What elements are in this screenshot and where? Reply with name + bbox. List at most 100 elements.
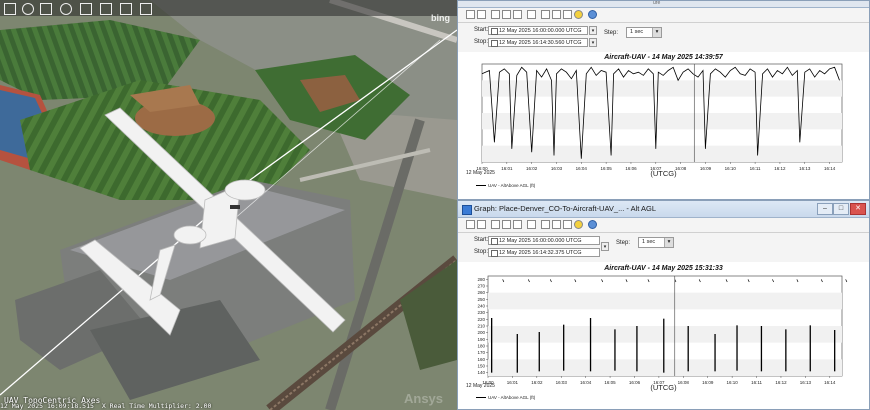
- grid-band: [488, 326, 842, 343]
- graph2-window-title: Graph: Place-Denver_CO-To-Aircraft-UAV_.…: [474, 204, 657, 213]
- graph2-step-select[interactable]: 1 sec ▾: [638, 237, 674, 248]
- print-icon[interactable]: [477, 220, 486, 229]
- y-tick-label: 210: [477, 324, 485, 329]
- graph2-date-label: 12 May 2025: [466, 383, 495, 389]
- help-icon[interactable]: [588, 220, 597, 229]
- graph1-x-label: (UTCG): [650, 169, 677, 178]
- graph1-start-dropdown[interactable]: ▾: [589, 26, 597, 35]
- table-icon[interactable]: [527, 220, 536, 229]
- graph2-legend: UAV - AltAbove AGL (ft): [476, 395, 535, 400]
- graph2-title-bar[interactable]: Graph: Place-Denver_CO-To-Aircraft-UAV_.…: [458, 201, 869, 218]
- table-icon[interactable]: [527, 10, 536, 19]
- pan-icon[interactable]: [40, 3, 52, 15]
- camera-icon[interactable]: [140, 3, 152, 15]
- chevron-down-icon: ▾: [664, 238, 673, 247]
- graph1-toolbar: [458, 8, 869, 23]
- graph-window-1: ure Start: 12 May 2025 16:00:00.000 UTCG…: [457, 0, 870, 200]
- graph2-plot[interactable]: Aircraft-UAV - 14 May 2025 15:31:33 16:0…: [458, 262, 869, 409]
- calendar-icon: [491, 28, 498, 35]
- uav-label-tag: [230, 205, 240, 209]
- chart-options-icon[interactable]: [552, 220, 561, 229]
- y-tick-label: 230: [477, 310, 485, 315]
- y-tick-label: 140: [477, 370, 485, 375]
- graph1-caption: ure: [653, 0, 661, 6]
- scene-toolbar: [0, 0, 457, 16]
- scene-time: 12 May 2025 16:09:18.515: [0, 402, 94, 410]
- zoom-out-icon[interactable]: [513, 220, 522, 229]
- chart-options-icon[interactable]: [552, 10, 561, 19]
- graph2-toolbar: [458, 218, 869, 233]
- help-icon[interactable]: [588, 10, 597, 19]
- y-tick-label: 250: [477, 297, 485, 302]
- ruler-icon[interactable]: [80, 3, 92, 15]
- save-icon[interactable]: [466, 220, 475, 229]
- graph2-time-controls: Start: 12 May 2025 16:00:00.000 UTCG Sto…: [458, 233, 869, 264]
- graph1-stop-field[interactable]: 12 May 2025 16:14:30.560 UTCG: [488, 38, 588, 47]
- graph1-title-bar[interactable]: ure: [458, 0, 869, 8]
- graph1-date-label: 12 May 2025: [466, 170, 495, 176]
- copy-icon[interactable]: [491, 220, 500, 229]
- y-tick-label: 150: [477, 364, 485, 369]
- grid-band: [482, 113, 842, 130]
- y-tick-label: 270: [477, 284, 485, 289]
- graph1-legend: UAV - AltAbove AGL (ft): [476, 183, 535, 188]
- zoom-in-icon[interactable]: [502, 220, 511, 229]
- zoom-in-icon[interactable]: [502, 10, 511, 19]
- y-tick-label: 200: [477, 330, 485, 335]
- y-tick-label: 160: [477, 357, 485, 362]
- y-tick-label: 220: [477, 317, 485, 322]
- graph-window-2: Graph: Place-Denver_CO-To-Aircraft-UAV_.…: [457, 200, 870, 410]
- y-tick-label: 190: [477, 337, 485, 342]
- print-icon[interactable]: [477, 10, 486, 19]
- graph2-start-field[interactable]: 12 May 2025 16:00:00.000 UTCG: [488, 236, 600, 245]
- grid-band: [488, 359, 842, 376]
- calendar-icon: [491, 238, 498, 245]
- graph2-x-label: (UTCG): [650, 383, 677, 392]
- calendar-icon: [491, 40, 498, 47]
- refresh-icon[interactable]: [574, 10, 583, 19]
- y-tick-label: 170: [477, 350, 485, 355]
- y-tick-label: 260: [477, 290, 485, 295]
- step-label: Step:: [616, 240, 631, 246]
- y-tick-label: 180: [477, 344, 485, 349]
- refresh-icon[interactable]: [574, 220, 583, 229]
- save-icon[interactable]: [466, 10, 475, 19]
- zoom-out-icon[interactable]: [513, 10, 522, 19]
- start-label: Start:: [474, 237, 489, 243]
- crosshair-icon[interactable]: [563, 10, 572, 19]
- bing-logo: bing: [431, 13, 450, 23]
- 3d-globe-view[interactable]: bing Ansys UAV TopoCentric Axes 12 May 2…: [0, 0, 457, 410]
- maximize-button[interactable]: □: [833, 203, 849, 215]
- grid-toggle-icon[interactable]: [541, 10, 550, 19]
- uav-aircraft-model[interactable]: [0, 0, 457, 410]
- step-label: Step:: [604, 30, 619, 36]
- zoom-icon[interactable]: [22, 3, 34, 15]
- crosshair-icon[interactable]: [563, 220, 572, 229]
- minimize-button[interactable]: –: [817, 203, 833, 215]
- cursor-icon[interactable]: [4, 3, 16, 15]
- grid-icon[interactable]: [120, 3, 132, 15]
- y-tick-label: 240: [477, 304, 485, 309]
- grid-band: [482, 145, 842, 162]
- stop-label: Stop:: [474, 39, 489, 45]
- calendar-icon: [491, 250, 498, 257]
- time-multiplier: X Real Time Multiplier: 2.00: [101, 402, 212, 410]
- grid-band: [488, 292, 842, 310]
- close-button[interactable]: ✕: [850, 203, 866, 215]
- graph1-step-select[interactable]: 1 sec ▾: [626, 27, 662, 38]
- copy-icon[interactable]: [491, 10, 500, 19]
- series-top-mark: [845, 279, 848, 283]
- graph2-time-dropdown[interactable]: ▾: [601, 242, 609, 251]
- graph1-time-controls: Start: 12 May 2025 16:00:00.000 UTCG ▾ S…: [458, 23, 869, 54]
- chevron-down-icon: ▾: [652, 28, 661, 37]
- graph1-start-field[interactable]: 12 May 2025 16:00:00.000 UTCG: [488, 26, 588, 35]
- graph-app-icon: [462, 205, 472, 215]
- graph1-stop-dropdown[interactable]: ▾: [589, 38, 597, 47]
- start-label: Start:: [474, 27, 489, 33]
- scene-status-bar: 12 May 2025 16:09:18.515 X Real Time Mul…: [0, 402, 457, 410]
- graph1-plot[interactable]: Aircraft-UAV - 14 May 2025 14:39:57 16:0…: [458, 52, 869, 199]
- graph2-stop-field[interactable]: 12 May 2025 16:14:32.375 UTCG: [488, 248, 600, 257]
- globe-icon[interactable]: [60, 3, 72, 15]
- grid-toggle-icon[interactable]: [541, 220, 550, 229]
- pencil-icon[interactable]: [100, 3, 112, 15]
